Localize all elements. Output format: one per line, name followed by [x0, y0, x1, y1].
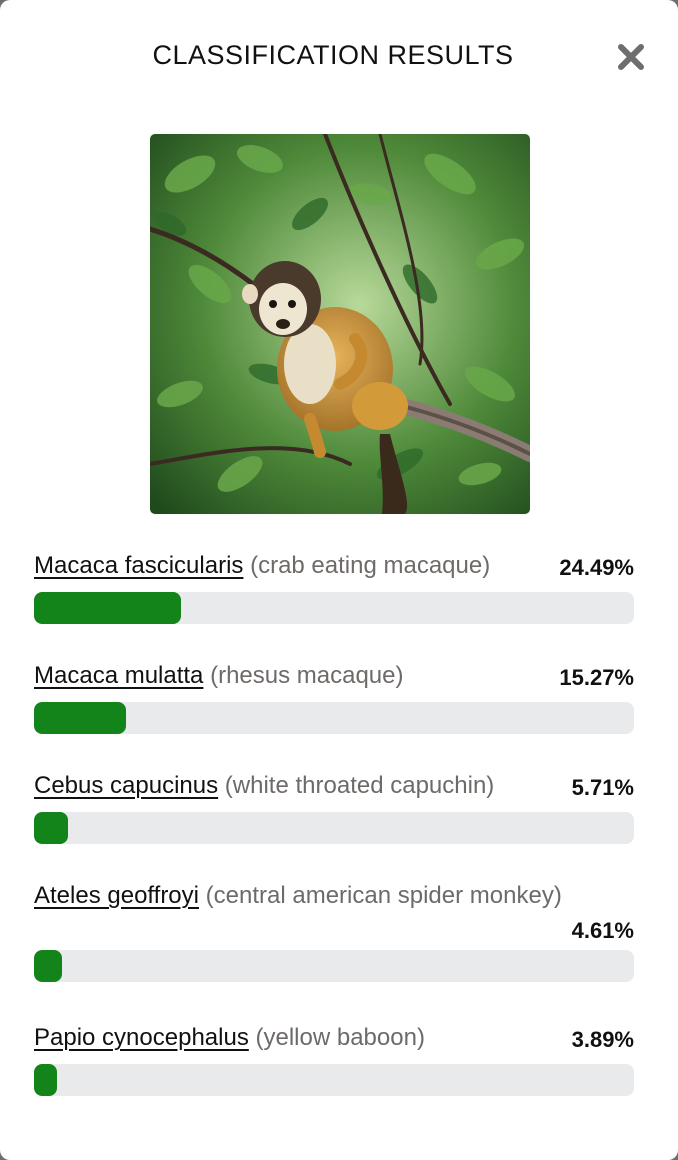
progress-track	[34, 950, 634, 982]
species-link[interactable]: Ateles geoffroyi	[34, 882, 199, 909]
result-label: Cebus capucinus (white throated capuchin…	[34, 768, 634, 804]
result-item: Macaca fascicularis (crab eating macaque…	[34, 548, 634, 658]
result-percent: 4.61%	[571, 918, 634, 943]
species-link[interactable]: Cebus capucinus	[34, 772, 218, 799]
species-link[interactable]: Macaca mulatta	[34, 662, 203, 689]
progress-fill	[34, 950, 62, 982]
result-item: Cebus capucinus (white throated capuchin…	[34, 768, 634, 878]
modal-header: CLASSIFICATION RESULTS	[0, 36, 678, 76]
classification-modal: CLASSIFICATION RESULTS Macaca fascicular…	[0, 0, 678, 1160]
close-icon[interactable]	[615, 41, 647, 73]
species-link[interactable]: Papio cynocephalus	[34, 1024, 249, 1051]
result-label: Macaca fascicularis (crab eating macaque…	[34, 548, 634, 584]
result-item: Papio cynocephalus (yellow baboon) 3.89%	[34, 1020, 634, 1130]
monkey-photo	[150, 134, 530, 514]
result-percent: 24.49%	[559, 555, 634, 580]
result-percent: 15.27%	[559, 665, 634, 690]
progress-track	[34, 1064, 634, 1096]
progress-fill	[34, 1064, 58, 1096]
common-name: (white throated capuchin)	[224, 772, 495, 799]
progress-fill	[34, 812, 69, 844]
progress-fill	[34, 702, 126, 734]
species-link[interactable]: Macaca fascicularis	[34, 552, 243, 579]
progress-track	[34, 702, 634, 734]
modal-title: CLASSIFICATION RESULTS	[152, 40, 514, 70]
classified-photo	[150, 134, 530, 514]
common-name: (central american spider monkey)	[205, 882, 562, 909]
result-percent: 5.71%	[571, 775, 634, 800]
common-name: (rhesus macaque)	[210, 662, 404, 689]
result-percent: 3.89%	[571, 1027, 634, 1052]
common-name: (yellow baboon)	[255, 1024, 425, 1051]
results-list: Macaca fascicularis (crab eating macaque…	[34, 548, 634, 1130]
result-item: Ateles geoffroyi (central american spide…	[34, 878, 634, 1020]
result-label: Ateles geoffroyi (central american spide…	[34, 878, 634, 914]
common-name: (crab eating macaque)	[250, 552, 491, 579]
progress-track	[34, 592, 634, 624]
progress-fill	[34, 592, 181, 624]
progress-track	[34, 812, 634, 844]
result-item: Macaca mulatta (rhesus macaque) 15.27%	[34, 658, 634, 768]
result-label: Papio cynocephalus (yellow baboon) 3.89%	[34, 1020, 634, 1056]
result-label: Macaca mulatta (rhesus macaque) 15.27%	[34, 658, 634, 694]
